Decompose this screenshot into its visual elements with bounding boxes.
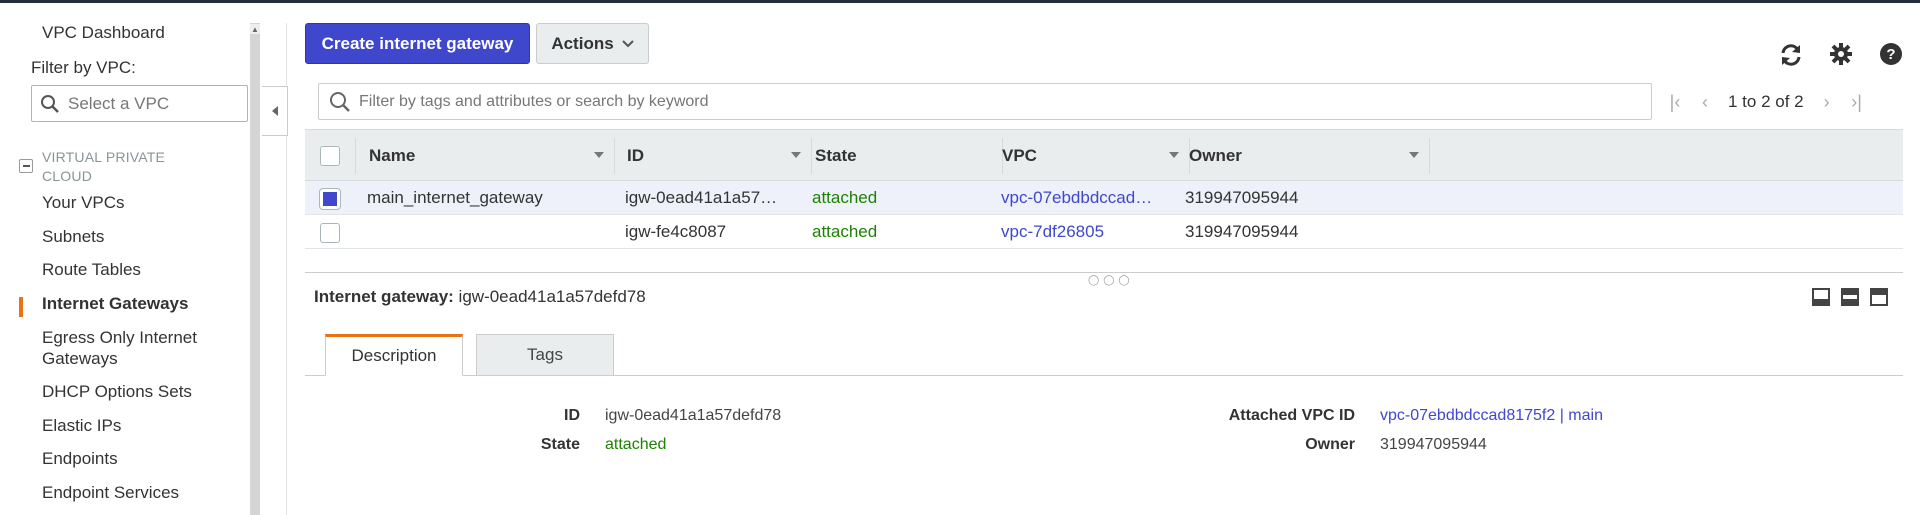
detail-tabs: Description Tags (305, 334, 1903, 376)
sidebar-item-internet-gateways[interactable]: Internet Gateways (42, 294, 188, 314)
search-icon (41, 94, 59, 113)
sidebar-item-endpoint-services[interactable]: Endpoint Services (42, 483, 179, 503)
column-header-id[interactable]: ID (627, 130, 811, 182)
vpc-filter-placeholder: Select a VPC (68, 93, 170, 113)
section-title: VIRTUAL PRIVATE CLOUD (42, 149, 166, 184)
table-row[interactable]: igw-fe4c8087 attached vpc-7df26805 31994… (305, 215, 1903, 249)
cell-name (367, 215, 612, 249)
first-page-icon[interactable]: |‹ (1660, 88, 1690, 116)
prev-page-icon[interactable]: ‹ (1690, 88, 1720, 116)
row-checkbox[interactable] (320, 223, 340, 243)
cell-state: attached (812, 222, 878, 241)
column-header-state[interactable]: State (815, 130, 1002, 182)
resize-handle[interactable]: ◯◯◯ (1088, 275, 1134, 286)
sidebar-scrollbar[interactable] (250, 23, 260, 515)
cell-vpc-link[interactable]: vpc-7df26805 (1001, 215, 1166, 249)
create-internet-gateway-button[interactable]: Create internet gateway (305, 23, 530, 64)
column-header-owner[interactable]: Owner (1189, 130, 1429, 182)
cell-id: igw-0ead41a1a57… (625, 188, 778, 207)
split-divider (305, 272, 1903, 273)
tab-tags[interactable]: Tags (476, 334, 614, 376)
sidebar-item-egress-only-internet-gateways[interactable]: Egress Only Internet Gateways (42, 327, 222, 369)
pane-top-icon[interactable] (1870, 288, 1888, 306)
scroll-up-arrow-icon[interactable]: ▲ (250, 24, 260, 34)
sidebar-item-route-tables[interactable]: Route Tables (42, 260, 141, 280)
table-row[interactable]: main_internet_gateway igw-0ead41a1a57… a… (305, 181, 1903, 215)
vpc-filter-select[interactable]: Select a VPC (31, 85, 248, 122)
last-page-icon[interactable]: ›| (1842, 88, 1872, 116)
sidebar-item-dhcp-options-sets[interactable]: DHCP Options Sets (42, 382, 192, 402)
pane-split-icon[interactable] (1841, 288, 1859, 306)
cell-id: igw-fe4c8087 (625, 222, 727, 241)
pagination-count: 1 to 2 of 2 (1728, 92, 1804, 111)
gear-icon[interactable] (1827, 40, 1855, 68)
pane-bottom-icon[interactable] (1812, 288, 1830, 306)
actions-dropdown-button[interactable]: Actions (536, 23, 649, 64)
pagination: |‹ ‹ 1 to 2 of 2 › ›| (1660, 88, 1872, 116)
filter-by-vpc-label: Filter by VPC: (31, 58, 136, 77)
state-value: attached (605, 436, 667, 453)
id-value: igw-0ead41a1a57defd78 (605, 407, 782, 424)
active-indicator (19, 297, 23, 317)
column-header-name[interactable]: Name (369, 130, 614, 182)
column-header-vpc[interactable]: VPC (1002, 130, 1189, 182)
sidebar: VPC Dashboard Filter by VPC: Select a VP… (0, 3, 250, 515)
owner-label: Owner (1305, 436, 1355, 453)
detail-title-label: Internet gateway: (314, 287, 454, 306)
svg-text:?: ? (1886, 46, 1895, 63)
attached-vpc-id-link[interactable]: vpc-07ebdbdccad8175f2 | main (1380, 407, 1603, 425)
detail-title: Internet gateway: igw-0ead41a1a57defd78 (314, 287, 646, 307)
state-label: State (540, 436, 580, 453)
search-input[interactable]: Filter by tags and attributes or search … (318, 83, 1652, 120)
search-icon (330, 91, 350, 112)
next-page-icon[interactable]: › (1812, 88, 1842, 116)
select-all-checkbox[interactable] (320, 146, 340, 166)
chevron-down-icon (621, 39, 634, 47)
sidebar-item-endpoints[interactable]: Endpoints (42, 449, 118, 469)
cell-owner: 319947095944 (1185, 188, 1299, 207)
tab-description[interactable]: Description (325, 334, 463, 376)
section-collapse-toggle[interactable] (19, 159, 33, 173)
detail-title-value: igw-0ead41a1a57defd78 (458, 287, 646, 306)
table-header: Name ID State VPC Owner (305, 129, 1903, 181)
search-placeholder: Filter by tags and attributes or search … (359, 92, 709, 110)
cell-state: attached (812, 188, 878, 207)
actions-label: Actions (551, 33, 614, 53)
internet-gateways-table: Name ID State VPC Owner main_internet_ga… (305, 129, 1903, 249)
owner-value: 319947095944 (1380, 436, 1487, 453)
sidebar-item-vpc-dashboard[interactable]: VPC Dashboard (42, 23, 165, 43)
sort-icon (1409, 152, 1419, 158)
cell-vpc-link[interactable]: vpc-07ebdbdccad… (1001, 181, 1166, 215)
top-bar (0, 0, 1920, 3)
help-icon[interactable]: ? (1877, 40, 1905, 68)
sort-icon (1169, 152, 1179, 158)
sidebar-item-subnets[interactable]: Subnets (42, 227, 104, 247)
attached-vpc-id-label: Attached VPC ID (1228, 407, 1355, 424)
row-checkbox[interactable] (319, 188, 341, 210)
refresh-icon[interactable] (1777, 41, 1805, 69)
sort-icon (594, 152, 604, 158)
sidebar-item-elastic-ips[interactable]: Elastic IPs (42, 416, 121, 436)
collapse-left-icon (271, 106, 278, 116)
sort-icon (791, 152, 801, 158)
sidebar-item-your-vpcs[interactable]: Your VPCs (42, 193, 125, 213)
cell-name: main_internet_gateway (367, 188, 543, 207)
cell-owner: 319947095944 (1185, 222, 1299, 241)
sidebar-collapse-button[interactable] (262, 86, 288, 136)
id-label: ID (564, 407, 580, 424)
